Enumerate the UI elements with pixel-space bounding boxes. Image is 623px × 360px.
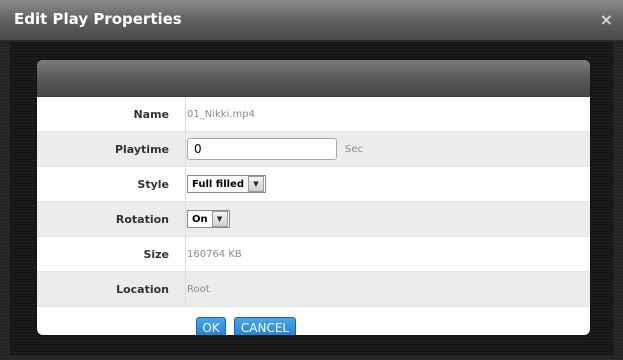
style-row: Style Full filled ▼ — [37, 167, 590, 202]
rotation-row: Rotation On ▼ — [37, 202, 590, 237]
button-bar: OK CANCEL — [37, 307, 590, 335]
rotation-label: Rotation — [115, 212, 169, 226]
edit-play-properties-dialog: Edit Play Properties × Name 01_Nikki.mp4… — [0, 0, 623, 360]
ok-button[interactable]: OK — [196, 317, 226, 335]
style-selected-value: Full filled — [192, 178, 244, 190]
location-row: Location Root — [37, 272, 590, 307]
playtime-row: Playtime Sec — [37, 132, 590, 167]
cancel-button[interactable]: CANCEL — [234, 317, 296, 335]
style-select[interactable]: Full filled ▼ — [187, 175, 266, 193]
name-label: Name — [133, 107, 169, 121]
row-divider — [185, 167, 186, 201]
dialog-title-bar: Edit Play Properties × — [0, 0, 623, 41]
size-row: Size 160764 KB — [37, 237, 590, 272]
dialog-title: Edit Play Properties — [14, 10, 182, 28]
location-label: Location — [116, 282, 169, 296]
dropdown-arrow-icon[interactable]: ▼ — [211, 211, 228, 227]
playtime-unit: Sec — [345, 143, 363, 155]
rotation-select[interactable]: On ▼ — [187, 210, 230, 228]
size-value: 160764 KB — [187, 248, 242, 260]
style-label: Style — [137, 177, 169, 191]
playtime-input[interactable] — [187, 138, 337, 160]
size-label: Size — [143, 247, 169, 261]
properties-panel: Name 01_Nikki.mp4 Playtime Sec Style Ful… — [37, 60, 590, 335]
row-divider — [185, 97, 186, 131]
row-divider — [185, 202, 186, 236]
row-divider — [185, 272, 186, 306]
row-divider — [185, 132, 186, 166]
panel-header — [37, 60, 590, 97]
name-row: Name 01_Nikki.mp4 — [37, 97, 590, 132]
location-value: Root — [187, 283, 210, 295]
row-divider — [185, 237, 186, 271]
name-value: 01_Nikki.mp4 — [187, 108, 255, 120]
dropdown-arrow-icon[interactable]: ▼ — [248, 176, 264, 192]
close-icon[interactable]: × — [600, 10, 613, 29]
playtime-label: Playtime — [114, 142, 169, 156]
rotation-selected-value: On — [192, 213, 208, 225]
